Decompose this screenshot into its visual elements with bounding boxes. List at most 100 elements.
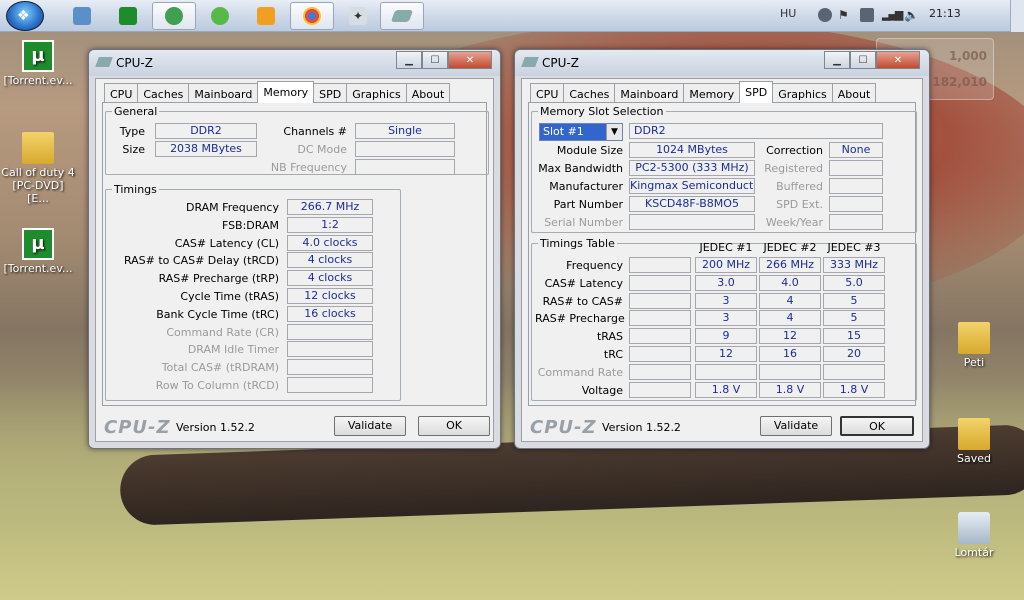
validate-button[interactable]: Validate — [760, 416, 832, 436]
desktop-icon-label: [Torrent.ev... — [3, 262, 73, 275]
cpuz-brand-logo: CPU-Z — [530, 417, 597, 438]
module-size-value: 1024 MBytes — [629, 142, 755, 158]
jedec-value: 1.8 V — [823, 381, 885, 398]
taskbar-cpuz[interactable] — [380, 2, 424, 30]
channels-label: Channels # — [283, 125, 347, 138]
group-legend: General — [114, 105, 158, 118]
jedec-value: 5 — [823, 292, 885, 309]
jedec-value: 12 — [759, 328, 821, 345]
start-button[interactable]: ❖ — [6, 1, 44, 31]
cpuz-brand-logo: CPU-Z — [104, 417, 171, 438]
close-button[interactable]: ✕ — [876, 51, 920, 69]
timing-label: DRAM Idle Timer — [187, 343, 279, 357]
tab-cpu[interactable]: CPU — [530, 83, 565, 103]
module-size-label: Module Size — [556, 144, 623, 157]
desktop-icon-call-of-duty[interactable]: Call of duty 4 [PC-DVD] [E... — [0, 132, 76, 205]
nb-frequency-value — [355, 159, 455, 175]
tab-cpu[interactable]: CPU — [104, 83, 139, 103]
taskbar: ❖ ✦ HU ⚑ ▂▄▆ 🔈 21:13 — [0, 0, 1024, 32]
chrome-icon — [303, 7, 321, 25]
memory-panel: General Type DDR2 Size 2038 MBytes Chann… — [102, 102, 489, 406]
taskbar-app-1[interactable] — [60, 2, 104, 30]
network-signal-icon[interactable]: ▂▄▆ — [882, 8, 903, 22]
desktop-icon-recycle-bin[interactable]: Lomtár — [936, 512, 1012, 559]
maximize-button[interactable]: ☐ — [422, 51, 448, 69]
manufacturer-value: Kingmax Semiconductor — [629, 178, 755, 194]
timing-value — [287, 341, 373, 358]
desktop-icon-peti[interactable]: Peti — [936, 322, 1012, 369]
jedec-value: 9 — [695, 328, 757, 345]
media-player-icon — [257, 7, 275, 25]
size-value: 2038 MBytes — [155, 141, 257, 157]
dc-mode-label: DC Mode — [297, 143, 347, 156]
jedec-value: 4.0 — [759, 274, 821, 291]
window-title: CPU-Z — [116, 56, 153, 70]
tab-graphics[interactable]: Graphics — [772, 83, 833, 103]
folder-icon — [958, 322, 990, 354]
cpuz-icon — [390, 10, 414, 22]
jedec-empty-cell — [629, 257, 691, 273]
taskbar-counter-strike[interactable]: ✦ — [336, 2, 380, 30]
tray-device-icon[interactable] — [860, 8, 874, 22]
close-button[interactable]: ✕ — [448, 51, 492, 69]
jedec-value: 266 MHz — [759, 257, 821, 273]
jedec-row-label: Frequency — [566, 259, 623, 272]
taskbar-app-4[interactable] — [198, 2, 242, 30]
jedec-row-label: CAS# Latency — [544, 276, 623, 290]
part-number-value: KSCD48F-B8MO5 — [629, 196, 755, 212]
tab-caches[interactable]: Caches — [137, 83, 190, 103]
tab-memory[interactable]: Memory — [683, 83, 741, 103]
timing-label: FSB:DRAM — [221, 218, 279, 232]
tab-graphics[interactable]: Graphics — [346, 83, 407, 103]
jedec-row-label: tRC — [603, 348, 623, 361]
timing-value — [287, 377, 373, 393]
desktop-icon-label: Saved — [957, 452, 991, 465]
desktop-icon-label: [Torrent.ev... — [3, 74, 73, 87]
title-bar[interactable]: CPU-Z ▁ ☐ ✕ — [89, 50, 500, 76]
jedec-row-label: Command Rate — [537, 365, 623, 379]
slot-select[interactable]: Slot #1 ▼ — [539, 123, 623, 141]
minimize-button[interactable]: ▁ — [824, 51, 850, 69]
volume-icon[interactable]: 🔈 — [904, 8, 919, 22]
tab-mainboard[interactable]: Mainboard — [614, 83, 685, 103]
minimize-button[interactable]: ▁ — [396, 51, 422, 69]
jedec-value: 5.0 — [823, 274, 885, 291]
messenger-icon — [165, 7, 183, 25]
tab-spd[interactable]: SPD — [313, 83, 348, 103]
tab-memory[interactable]: Memory — [257, 81, 315, 103]
tab-about[interactable]: About — [405, 83, 451, 103]
ok-button[interactable]: OK — [418, 416, 490, 436]
desktop-icon-saved[interactable]: Saved — [936, 418, 1012, 465]
taskbar-utorrent[interactable] — [106, 2, 150, 30]
tab-spd[interactable]: SPD — [739, 81, 774, 103]
timing-label: Total CAS# (tRDRAM) — [161, 361, 279, 375]
validate-button[interactable]: Validate — [334, 416, 406, 436]
title-bar[interactable]: CPU-Z ▁ ☐ ✕ — [515, 50, 929, 76]
week-year-label: Week/Year — [765, 216, 823, 229]
language-indicator[interactable]: HU — [780, 7, 796, 20]
desktop-icon-torrent-1[interactable]: µ [Torrent.ev... — [0, 40, 76, 87]
jedec-value: 200 MHz — [695, 257, 757, 273]
action-center-flag-icon[interactable]: ⚑ — [838, 8, 852, 22]
app-icon — [73, 7, 91, 25]
folder-icon — [22, 132, 54, 164]
maximize-button[interactable]: ☐ — [850, 51, 876, 69]
taskbar-messenger[interactable] — [152, 2, 196, 30]
timing-value: 16 clocks — [287, 305, 373, 322]
timing-label: Cycle Time (tRAS) — [180, 290, 279, 303]
tab-about[interactable]: About — [831, 83, 877, 103]
tab-mainboard[interactable]: Mainboard — [188, 83, 259, 103]
tab-caches[interactable]: Caches — [563, 83, 616, 103]
show-desktop-button[interactable] — [1010, 0, 1024, 32]
ok-button[interactable]: OK — [840, 416, 914, 436]
clock[interactable]: 21:13 — [929, 7, 961, 20]
spd-ext-label: SPD Ext. — [776, 198, 823, 211]
part-number-label: Part Number — [553, 198, 623, 211]
registered-label: Registered — [764, 162, 823, 175]
tray-app-icon[interactable] — [818, 8, 832, 22]
desktop-icon-torrent-2[interactable]: µ [Torrent.ev... — [0, 228, 76, 275]
taskbar-chrome[interactable] — [290, 2, 334, 30]
window-title: CPU-Z — [542, 56, 579, 70]
taskbar-media[interactable] — [244, 2, 288, 30]
chevron-down-icon: ▼ — [606, 124, 622, 140]
